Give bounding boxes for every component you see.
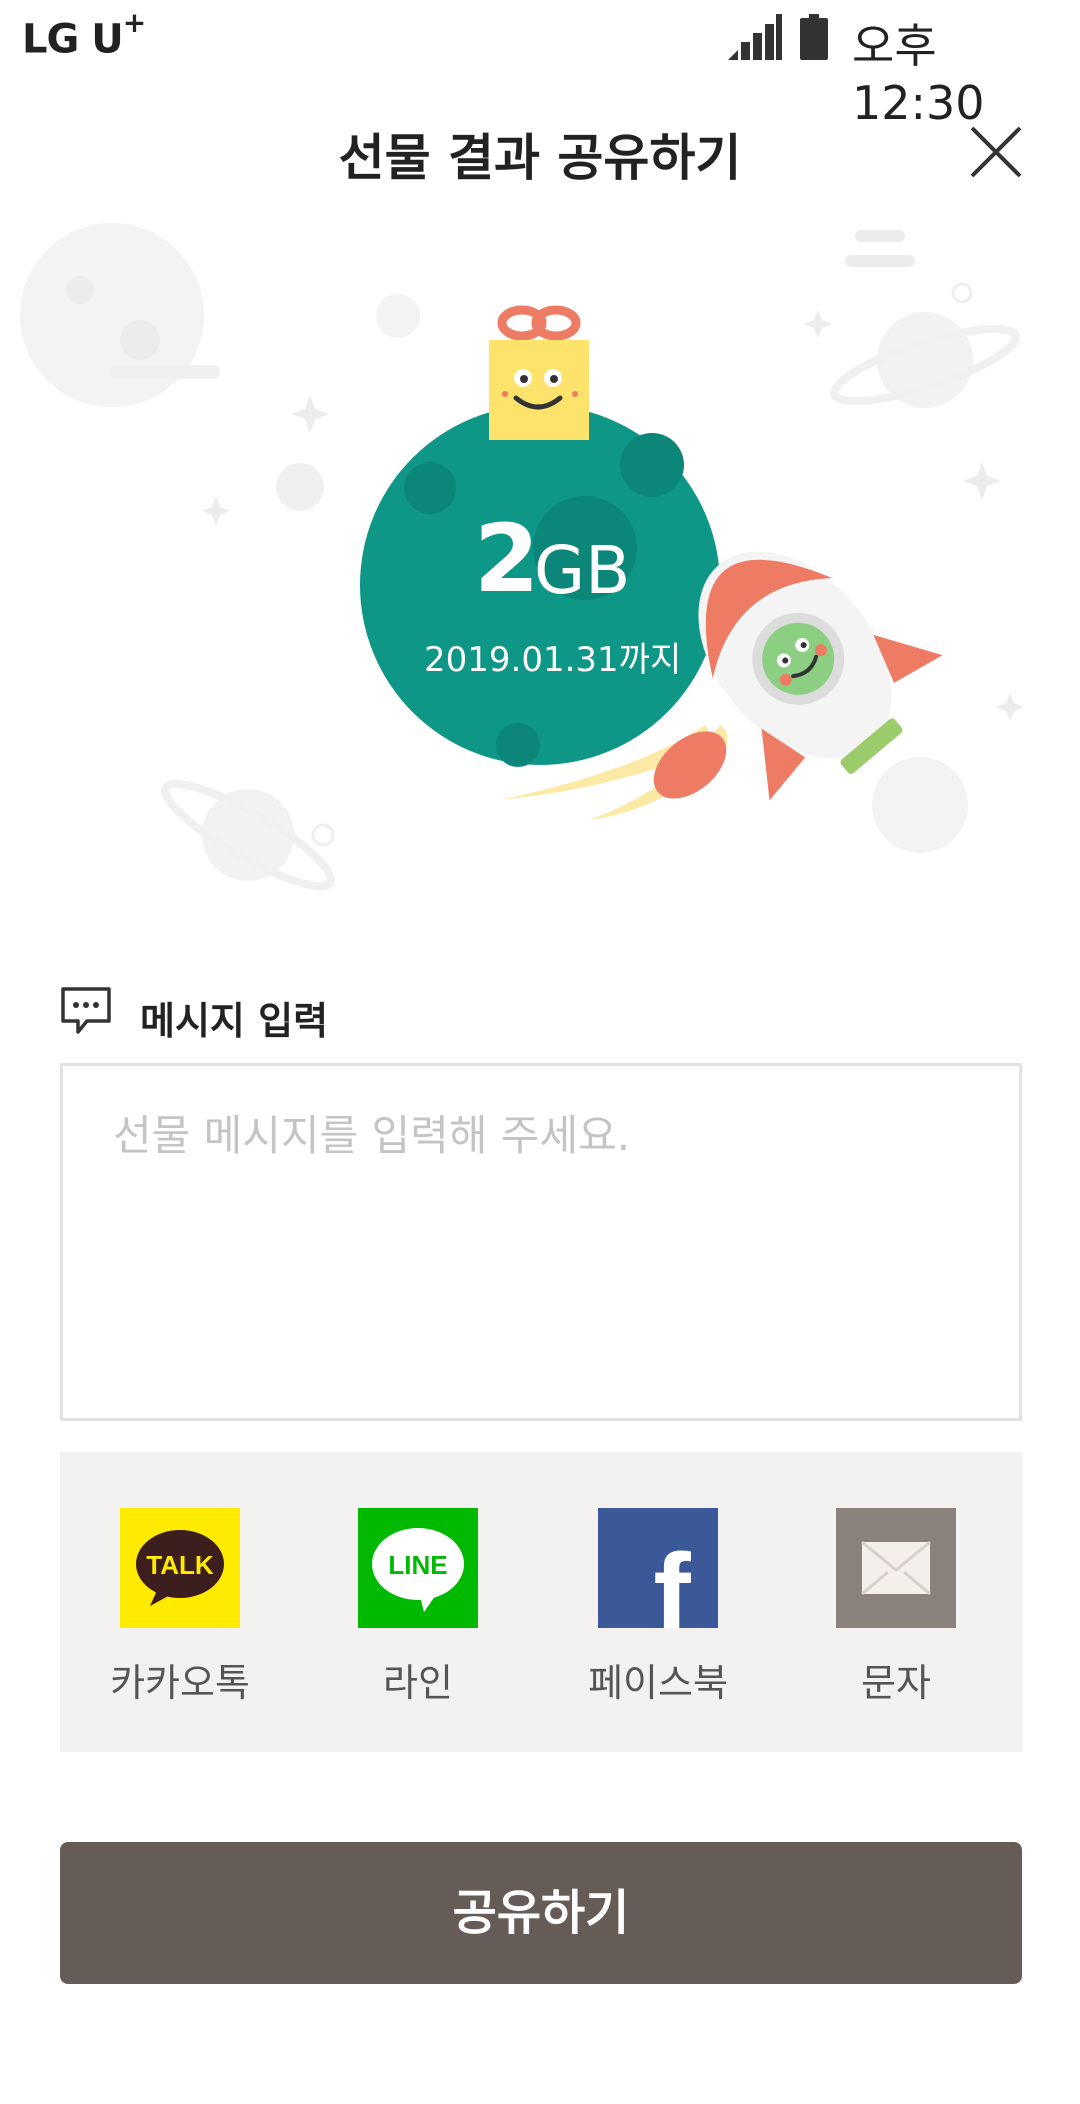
share-kakaotalk[interactable]: TALK 카카오톡 [70, 1508, 290, 1728]
background-planet-bottom-left [160, 779, 336, 891]
background-planet-right [830, 312, 1020, 408]
message-bubble-icon [61, 987, 111, 1034]
sms-envelope-icon [836, 1508, 956, 1628]
message-label: 메시지 입력 [140, 999, 329, 1043]
background-dot [376, 294, 420, 338]
close-button[interactable] [960, 116, 1032, 188]
carrier-label: LG U+ [22, 6, 146, 63]
header: 선물 결과 공유하기 [0, 100, 1080, 200]
kakaotalk-icon: TALK [120, 1508, 240, 1628]
background-planet-bottom-right [872, 757, 968, 853]
message-input[interactable] [63, 1066, 1019, 1418]
share-label-line: 라인 [383, 1661, 453, 1705]
share-label-kakaotalk: 카카오톡 [110, 1661, 250, 1705]
share-label-sms: 문자 [861, 1661, 931, 1705]
share-label-facebook: 페이스북 [588, 1661, 728, 1705]
share-line[interactable]: LINE 라인 [308, 1508, 528, 1728]
background-planet-left [20, 223, 220, 407]
cell-signal-icon [728, 14, 782, 60]
gift-unit: GB [534, 532, 631, 609]
svg-text:LINE: LINE [388, 1550, 447, 1580]
share-button[interactable]: 공유하기 [60, 1842, 1022, 1984]
share-facebook[interactable]: f 페이스북 [548, 1508, 768, 1728]
svg-text:TALK: TALK [146, 1550, 214, 1580]
share-sms[interactable]: 문자 [786, 1508, 1006, 1728]
background-small-planet [276, 463, 324, 511]
gift-expiry: 2019.01.31까지 [424, 640, 682, 680]
status-bar: LG U+ 오후 12:30 [0, 0, 1080, 130]
background-ring [951, 282, 973, 304]
svg-text:f: f [653, 1531, 691, 1628]
battery-icon [800, 14, 828, 60]
message-box [60, 1063, 1022, 1421]
gift-amount: 2 [474, 505, 539, 614]
line-icon: LINE [358, 1508, 478, 1628]
close-icon [970, 126, 1022, 178]
share-targets-panel: TALK 카카오톡 LINE 라인 f 페이스북 문자 [60, 1452, 1022, 1752]
gift-box-character [489, 305, 589, 440]
page-title: 선물 결과 공유하기 [338, 129, 742, 187]
facebook-icon: f [598, 1508, 718, 1628]
